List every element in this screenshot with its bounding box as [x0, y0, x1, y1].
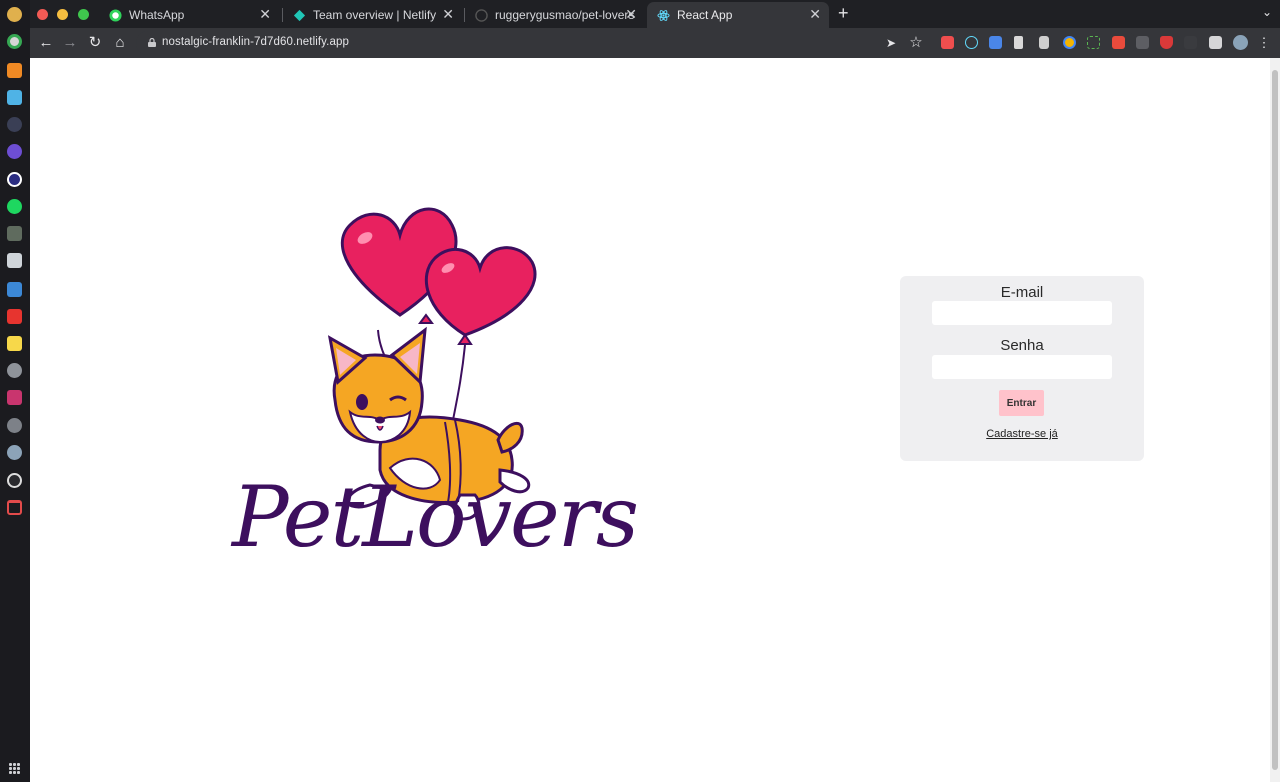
email-label: E-mail — [1000, 284, 1044, 301]
login-button[interactable]: Entrar — [999, 390, 1044, 416]
menu-kebab-icon[interactable]: ⋮ — [1254, 33, 1274, 53]
brand-wordmark: PetLovers — [232, 468, 639, 566]
extension-translate-icon[interactable] — [989, 36, 1002, 49]
vscode-icon[interactable] — [7, 144, 22, 159]
tab-netlify[interactable]: Team overview | Netlify ✕ — [283, 2, 462, 28]
close-icon[interactable]: ✕ — [442, 7, 454, 21]
calculator-icon[interactable] — [7, 226, 22, 241]
bookmark-star-icon[interactable]: ☆ — [906, 33, 926, 53]
extensions-puzzle-icon[interactable] — [1209, 36, 1222, 49]
trash-icon[interactable] — [7, 500, 22, 515]
settings-icon[interactable] — [7, 363, 22, 378]
scrollbar-thumb[interactable] — [1272, 70, 1278, 770]
tab-title: ruggerygusmao/pet-lovers — [495, 8, 635, 22]
email-field[interactable] — [932, 301, 1112, 325]
app-menu-icon[interactable] — [7, 7, 22, 22]
forward-arrow-icon[interactable]: → — [60, 33, 80, 53]
system-monitor-icon[interactable] — [7, 418, 22, 433]
maximize-window-button[interactable] — [78, 9, 89, 20]
close-window-button[interactable] — [37, 9, 48, 20]
signup-link[interactable]: Cadastre-se já — [900, 428, 1144, 440]
tab-title: WhatsApp — [129, 8, 185, 22]
tab-title: Team overview | Netlify — [313, 8, 437, 22]
whatsapp-icon — [109, 8, 122, 22]
lock-icon — [148, 38, 156, 47]
chrome-icon[interactable] — [7, 34, 22, 49]
network-icon[interactable] — [7, 445, 22, 460]
back-arrow-icon[interactable]: ← — [36, 33, 56, 53]
close-icon[interactable]: ✕ — [259, 7, 271, 21]
reload-icon[interactable]: ↻ — [85, 33, 105, 53]
anydesk-icon[interactable] — [7, 309, 22, 324]
send-to-device-icon[interactable]: ➤ — [881, 33, 901, 53]
extension-eyedropper-icon[interactable] — [1039, 36, 1049, 49]
browser-toolbar: ← → ↻ ⌂ nostalgic-franklin-7d7d60.netlif… — [30, 28, 1280, 58]
extension-dashed-icon[interactable] — [1087, 36, 1100, 49]
app-dock — [0, 0, 30, 782]
notes-icon[interactable] — [7, 336, 22, 351]
tab-whatsapp[interactable]: WhatsApp ✕ — [99, 2, 279, 28]
extension-react-devtools-icon[interactable] — [965, 36, 978, 49]
extension-dev-icon[interactable] — [1184, 36, 1197, 49]
screen-recorder-icon[interactable] — [7, 390, 22, 405]
page-scrollbar[interactable] — [1270, 58, 1280, 782]
extension-video-icon[interactable] — [941, 36, 954, 49]
minimize-window-button[interactable] — [57, 9, 68, 20]
chevron-down-icon[interactable]: ⌄ — [1262, 5, 1272, 19]
files-icon[interactable] — [7, 90, 22, 105]
show-apps-icon[interactable] — [9, 763, 20, 774]
eclipse-icon[interactable] — [7, 172, 22, 187]
extension-forward-icon[interactable] — [1112, 36, 1125, 49]
tab-github[interactable]: ruggerygusmao/pet-lovers ✕ — [465, 2, 645, 28]
github-icon — [475, 8, 488, 22]
new-tab-icon[interactable]: + — [838, 4, 849, 22]
terminal-icon[interactable] — [7, 117, 22, 132]
close-icon[interactable]: ✕ — [809, 7, 821, 21]
password-field[interactable] — [932, 355, 1112, 379]
trello-icon[interactable] — [7, 282, 22, 297]
address-bar[interactable]: nostalgic-franklin-7d7d60.netlify.app — [136, 31, 1136, 55]
tab-title: React App — [677, 8, 733, 22]
password-label: Senha — [1000, 337, 1044, 354]
extension-clockify-icon[interactable] — [1136, 36, 1149, 49]
url-text: nostalgic-franklin-7d7d60.netlify.app — [162, 36, 349, 48]
extension-sound-icon[interactable] — [1014, 36, 1023, 49]
extension-color-icon[interactable] — [1063, 36, 1076, 49]
software-center-icon[interactable] — [7, 63, 22, 78]
netlify-icon — [293, 9, 306, 21]
react-icon — [657, 9, 670, 21]
home-icon[interactable]: ⌂ — [110, 33, 130, 53]
extension-shield-icon[interactable] — [1160, 36, 1173, 49]
obs-icon[interactable] — [7, 473, 22, 488]
browser-tab-strip: WhatsApp ✕ Team overview | Netlify ✕ rug… — [30, 0, 1280, 28]
close-icon[interactable]: ✕ — [625, 7, 637, 21]
document-viewer-icon[interactable] — [7, 253, 22, 268]
login-panel: E-mail Senha Entrar Cadastre-se já — [900, 276, 1144, 461]
tab-react-app[interactable]: React App ✕ — [647, 2, 829, 28]
profile-avatar[interactable] — [1233, 35, 1248, 50]
spotify-icon[interactable] — [7, 199, 22, 214]
